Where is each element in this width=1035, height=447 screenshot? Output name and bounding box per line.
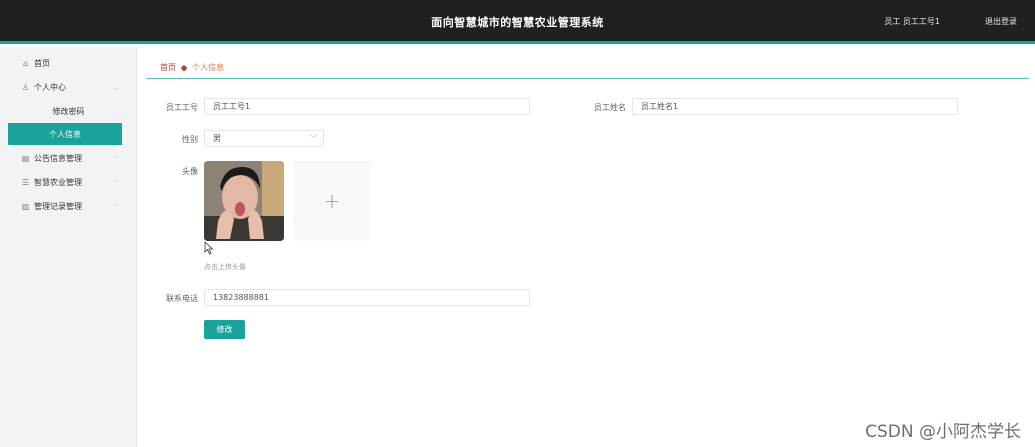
top-header: 面向智慧城市的智慧农业管理系统 员工 员工工号1 退出登录 — [0, 0, 1035, 44]
notice-icon: ▤ — [21, 153, 30, 163]
app-title: 面向智慧城市的智慧农业管理系统 — [431, 16, 604, 29]
sidebar-item-label: 管理记录管理 — [34, 201, 82, 211]
logout-link[interactable]: 退出登录 — [985, 16, 1017, 27]
employee-name-label: 员工姓名 — [594, 103, 626, 112]
modify-button[interactable]: 修改 — [204, 320, 245, 339]
list-icon: ☰ — [21, 177, 30, 187]
mouse-cursor-icon — [204, 241, 214, 255]
breadcrumb: 首页 ● 个人信息 — [160, 62, 224, 73]
home-icon: ⌂ — [22, 58, 29, 68]
sidebar-item-change-password[interactable]: 修改密码 — [0, 100, 137, 122]
sidebar-item-label: 公告信息管理 — [34, 153, 82, 163]
sidebar-item-notice-management[interactable]: ▤ 公告信息管理 ﹀ — [0, 147, 137, 169]
avatar-image[interactable] — [204, 161, 284, 241]
sidebar-item-agriculture-management[interactable]: ☰ 智慧农业管理 ﹀ — [0, 171, 137, 193]
sidebar-item-personal-info[interactable]: 个人信息 — [8, 123, 122, 145]
gender-select[interactable]: 男 ﹀ — [204, 130, 324, 147]
sidebar-item-home[interactable]: ⌂ 首页 — [0, 52, 137, 74]
breadcrumb-home[interactable]: 首页 — [160, 62, 176, 73]
breadcrumb-current: 个人信息 — [192, 63, 225, 72]
employee-no-label: 员工工号 — [166, 103, 198, 112]
phone-label: 联系电话 — [166, 294, 198, 303]
employee-name-field[interactable]: 员工姓名1 — [632, 98, 958, 115]
chevron-down-icon: ﹀ — [112, 155, 119, 163]
chevron-down-icon: ﹀ — [112, 179, 119, 187]
gender-value: 男 — [213, 134, 221, 143]
chart-icon: ▥ — [21, 201, 30, 211]
chevron-up-icon: ︿ — [112, 84, 119, 92]
user-info: 员工 员工工号1 — [884, 17, 940, 26]
sidebar-item-record-management[interactable]: ▥ 管理记录管理 ﹀ — [0, 195, 137, 217]
avatar-photo — [204, 161, 284, 241]
avatar-upload-hint: 点击上传头像 — [204, 263, 246, 271]
breadcrumb-separator-icon: ● — [181, 63, 188, 72]
sidebar-item-label: 个人中心 — [34, 82, 66, 92]
employee-no-field[interactable]: 员工工号1 — [204, 98, 530, 115]
sidebar-item-label: 智慧农业管理 — [34, 177, 82, 187]
csdn-watermark: CSDN @小阿杰学长 — [865, 422, 1021, 442]
sidebar-item-label: 首页 — [34, 58, 50, 68]
sidebar: ⌂ 首页 ♙ 个人中心 ︿ 修改密码 个人信息 ▤ 公告信息管理 ﹀ ☰ 智慧农… — [0, 47, 137, 447]
plus-icon: + — [323, 189, 341, 213]
avatar-upload-button[interactable]: + — [293, 161, 371, 241]
gender-label: 性别 — [182, 135, 198, 144]
avatar-label: 头像 — [182, 167, 198, 176]
chevron-down-icon: ﹀ — [310, 135, 317, 143]
phone-field[interactable]: 13823888881 — [204, 289, 530, 306]
chevron-down-icon: ﹀ — [112, 203, 119, 211]
breadcrumb-divider — [146, 78, 1029, 79]
sidebar-item-personal-center[interactable]: ♙ 个人中心 ︿ — [0, 76, 137, 98]
user-icon: ♙ — [21, 82, 30, 92]
